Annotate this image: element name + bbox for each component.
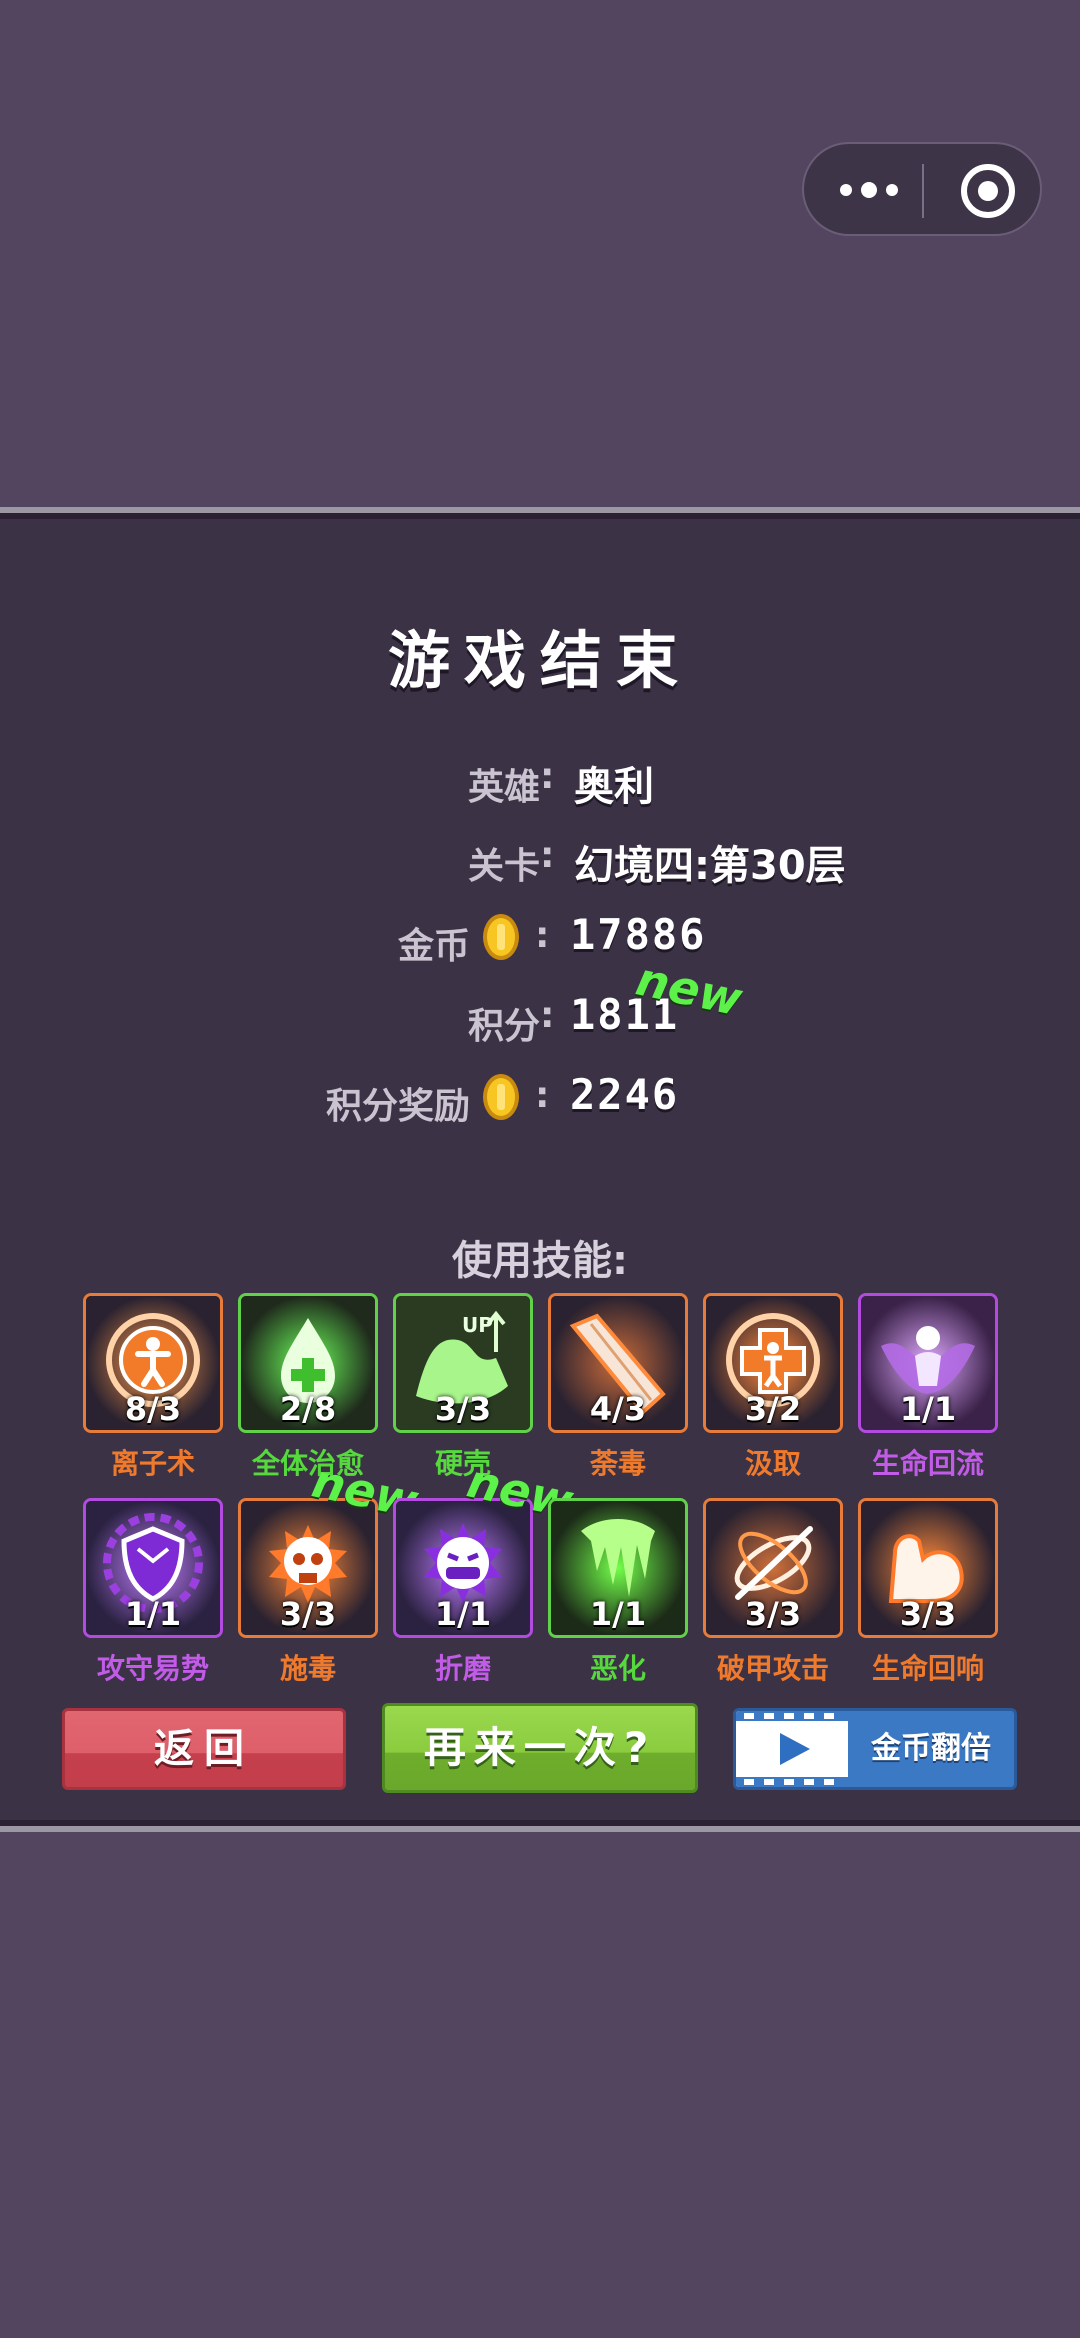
skill-name: 破甲攻击	[716, 1652, 829, 1685]
play-again-button[interactable]: 再来一次?	[382, 1703, 698, 1793]
gold-label: 金币	[397, 926, 470, 967]
score-label: 积分	[467, 1006, 540, 1047]
skill-poison[interactable]: 3/3	[238, 1498, 378, 1638]
double-gold-label: 金币翻倍	[871, 1731, 991, 1766]
skill-count: 3/3	[899, 1595, 957, 1633]
skill-torment[interactable]: 1/1	[393, 1498, 533, 1638]
skill-count: 1/1	[899, 1390, 957, 1428]
skill-name: 汲取	[744, 1447, 801, 1480]
skills-heading: 使用技能:	[452, 1238, 628, 1284]
skill-group-heal[interactable]: 2/8	[238, 1293, 378, 1433]
skill-name: 离子术	[110, 1447, 195, 1480]
skill-name: 施毒	[279, 1652, 336, 1685]
hero-label: 英雄	[467, 767, 540, 808]
skill-count: 3/2	[744, 1390, 802, 1428]
skill-count: 8/3	[124, 1390, 182, 1428]
skill-worsen[interactable]: 1/1	[548, 1498, 688, 1638]
skill-name: 攻守易势	[96, 1652, 209, 1685]
skill-count: 2/8	[279, 1390, 337, 1428]
skill-hard-shell[interactable]: UP 3/3	[393, 1293, 533, 1433]
svg-text:UP: UP	[462, 1313, 493, 1337]
skill-name: 恶化	[589, 1652, 646, 1685]
skill-count: 3/3	[744, 1595, 802, 1633]
skill-count: 1/1	[124, 1595, 182, 1633]
skill-name: 生命回响	[871, 1652, 984, 1685]
reward-value: 2246	[570, 1070, 680, 1119]
skill-ion[interactable]: 8/3	[83, 1293, 223, 1433]
hero-colon: :	[540, 756, 555, 797]
gold-value: 17886	[570, 910, 707, 959]
skill-life-echo[interactable]: 3/3	[858, 1498, 998, 1638]
skill-count: 3/3	[434, 1390, 492, 1428]
skill-name: 折磨	[434, 1652, 491, 1685]
gold-coin-icon	[483, 914, 519, 960]
gold-coin-icon	[483, 1074, 519, 1120]
skill-life-backflow[interactable]: 1/1	[858, 1293, 998, 1433]
gold-colon: :	[535, 915, 550, 956]
skill-count: 1/1	[589, 1595, 647, 1633]
skill-absorb[interactable]: 3/2	[703, 1293, 843, 1433]
page-title: 游戏结束	[387, 624, 692, 697]
hero-value: 奥利	[574, 764, 654, 810]
skill-count: 4/3	[589, 1390, 647, 1428]
back-button[interactable]: 返回	[62, 1708, 346, 1790]
reward-colon: :	[535, 1075, 550, 1116]
miniprogram-capsule	[802, 142, 1042, 236]
skill-name: 生命回流	[871, 1447, 984, 1480]
skill-stance-swap[interactable]: 1/1	[83, 1498, 223, 1638]
score-colon: :	[540, 995, 555, 1036]
level-value: 幻境四:第30层	[574, 843, 846, 889]
skill-count: 3/3	[279, 1595, 337, 1633]
capsule-divider	[922, 164, 924, 218]
skill-armor-break[interactable]: 3/3	[703, 1498, 843, 1638]
more-dots-icon[interactable]	[834, 172, 904, 208]
target-circle-icon[interactable]	[959, 162, 1017, 220]
reward-label: 积分奖励	[325, 1086, 470, 1127]
double-gold-button[interactable]: 金币翻倍	[733, 1708, 1017, 1790]
skill-count: 1/1	[434, 1595, 492, 1633]
level-label: 关卡	[467, 846, 540, 887]
skill-venom[interactable]: 4/3	[548, 1293, 688, 1433]
video-play-icon	[736, 1711, 848, 1787]
level-colon: :	[540, 835, 555, 876]
